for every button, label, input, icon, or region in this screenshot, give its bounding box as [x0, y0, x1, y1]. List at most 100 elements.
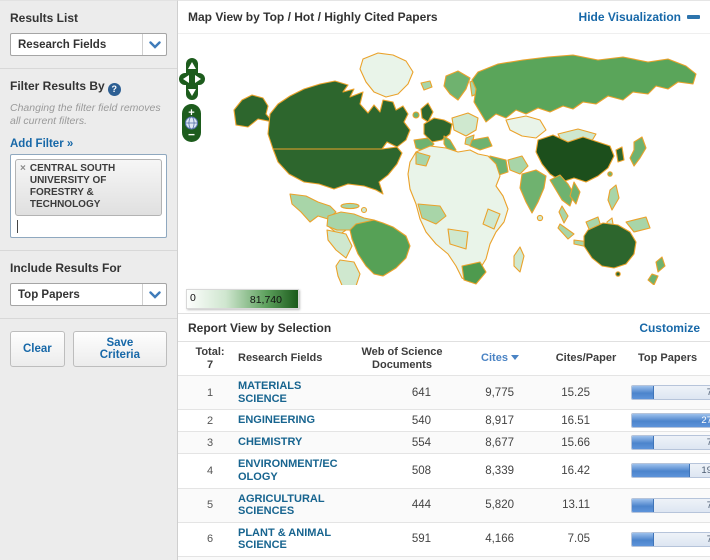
- column-header-docs: Web of Science Documents: [361, 345, 443, 371]
- row-field-link[interactable]: AGRICULTURAL SCIENCES: [238, 493, 342, 518]
- results-list-section: Results List Research Fields: [0, 1, 177, 69]
- filter-input-box[interactable]: × CENTRAL SOUTH UNIVERSITY OF FORESTRY &…: [10, 154, 167, 239]
- total-header: Total: 7: [190, 346, 230, 371]
- row-rank: 6: [206, 533, 214, 546]
- column-header-cites-per-paper: Cites/Paper: [555, 352, 617, 365]
- esi-results-page: Results List Research Fields Filter Resu…: [0, 0, 710, 560]
- hide-visualization-label: Hide Visualization: [578, 10, 681, 24]
- map-zoom-control[interactable]: + −: [182, 104, 201, 142]
- table-row: 1 MATERIALS SCIENCE 641 9,775 15.25 7: [178, 375, 710, 410]
- include-results-value: Top Papers: [18, 288, 80, 301]
- filter-tag-label: CENTRAL SOUTH UNIVERSITY OF FORESTRY & T…: [29, 163, 116, 211]
- table-row: 0 ALL FIELDS 4,361 59,740 13.70 103: [178, 556, 710, 560]
- table-row: 2 ENGINEERING 540 8,917 16.51 27: [178, 409, 710, 431]
- top-papers-bar: 7: [631, 531, 710, 547]
- top-papers-bar: 19: [631, 463, 710, 479]
- row-field-link[interactable]: CHEMISTRY: [238, 436, 342, 449]
- column-header-research-fields: Research Fields: [238, 352, 323, 365]
- filter-note: Changing the filter field removes all cu…: [10, 102, 161, 128]
- row-rank: 4: [206, 464, 214, 477]
- cites-sort-label: Cites: [481, 352, 508, 365]
- include-results-label: Include Results For: [10, 261, 122, 276]
- world-map-svg: + −: [179, 52, 697, 285]
- map-view-header: Map View by Top / Hot / Highly Cited Pap…: [178, 1, 710, 33]
- report-table-body: 1 MATERIALS SCIENCE 641 9,775 15.25 7 2 …: [178, 375, 710, 560]
- add-filter-link[interactable]: Add Filter »: [10, 138, 73, 150]
- filter-tag: × CENTRAL SOUTH UNIVERSITY OF FORESTRY &…: [15, 159, 162, 217]
- row-cites: 4,166: [485, 533, 514, 546]
- table-row: 5 AGRICULTURAL SCIENCES 444 5,820 13.11 …: [178, 487, 710, 522]
- row-cites: 8,339: [485, 464, 514, 477]
- world-map-visualization[interactable]: + −: [178, 33, 710, 285]
- row-rank: 1: [206, 386, 214, 399]
- include-results-select[interactable]: Top Papers: [10, 283, 167, 307]
- row-docs: 554: [411, 436, 431, 449]
- filter-sidebar: Results List Research Fields Filter Resu…: [0, 0, 178, 560]
- top-papers-bar: 7: [631, 385, 710, 401]
- text-cursor: [17, 220, 18, 234]
- total-value: 7: [206, 358, 214, 371]
- report-view-header: Report View by Selection Customize: [178, 314, 710, 341]
- filter-results-by-text: Filter Results By: [10, 79, 105, 93]
- top-papers-value: 19: [701, 465, 710, 477]
- row-field-link[interactable]: MATERIALS SCIENCE: [238, 380, 342, 405]
- row-cites-per-paper: 16.51: [561, 414, 590, 427]
- top-papers-value: 27: [701, 415, 710, 427]
- map-view-title: Map View by Top / Hot / Highly Cited Pap…: [188, 10, 438, 24]
- row-field-link[interactable]: ENVIRONMENT/ECOLOGY: [238, 458, 342, 483]
- save-criteria-button[interactable]: Save Criteria: [72, 331, 167, 368]
- top-papers-bar-fill: [632, 414, 710, 428]
- table-row: 4 ENVIRONMENT/ECOLOGY 508 8,339 16.42 19: [178, 453, 710, 487]
- world-map-countries: [233, 52, 697, 285]
- hide-visualization-link[interactable]: Hide Visualization: [579, 10, 700, 24]
- row-cites-per-paper: 16.42: [561, 464, 590, 477]
- sidebar-buttons: Clear Save Criteria: [0, 319, 177, 379]
- filter-results-by-label: Filter Results By?: [10, 79, 167, 96]
- remove-filter-icon[interactable]: ×: [20, 163, 26, 211]
- report-section: Report View by Selection Customize Total…: [178, 313, 710, 560]
- row-docs: 641: [411, 386, 431, 399]
- row-cites: 8,917: [485, 414, 514, 427]
- row-cites: 8,677: [485, 436, 514, 449]
- include-results-section: Include Results For Top Papers: [0, 251, 177, 320]
- row-docs: 508: [411, 464, 431, 477]
- map-legend: 0 81,740: [178, 287, 710, 313]
- top-papers-bar-fill: [632, 532, 655, 546]
- row-field-link[interactable]: PLANT & ANIMAL SCIENCE: [238, 527, 342, 552]
- table-row: 6 PLANT & ANIMAL SCIENCE 591 4,166 7.05 …: [178, 521, 710, 556]
- results-list-label: Results List: [10, 11, 79, 25]
- help-icon[interactable]: ?: [107, 83, 121, 96]
- row-cites-per-paper: 15.25: [561, 386, 590, 399]
- table-row: 3 CHEMISTRY 554 8,677 15.66 7: [178, 431, 710, 454]
- report-table-header-row: Total: 7 Research Fields Web of Science …: [178, 341, 710, 375]
- results-list-select[interactable]: Research Fields: [10, 33, 167, 56]
- legend-max-value: 81,740: [249, 294, 282, 306]
- legend-gradient-bar: 0 81,740: [186, 289, 299, 309]
- zoom-out-icon: −: [188, 128, 195, 142]
- top-papers-bar-fill: [632, 436, 655, 450]
- filter-results-section: Filter Results By? Changing the filter f…: [0, 69, 177, 252]
- row-docs: 540: [411, 414, 431, 427]
- row-rank: 5: [206, 499, 214, 512]
- row-field-link[interactable]: ENGINEERING: [238, 414, 342, 427]
- row-cites: 9,775: [485, 386, 514, 399]
- row-rank: 3: [206, 436, 214, 449]
- legend-min-value: 0: [190, 292, 196, 304]
- column-header-top-papers: Top Papers: [638, 352, 698, 365]
- top-papers-bar: 27: [631, 413, 710, 429]
- top-papers-bar-fill: [632, 386, 655, 400]
- column-header-cites-sort[interactable]: Cites: [458, 352, 542, 365]
- top-papers-bar-fill: [632, 464, 691, 478]
- row-cites: 5,820: [485, 499, 514, 512]
- row-cites-per-paper: 13.11: [562, 499, 590, 512]
- top-papers-bar-fill: [632, 498, 655, 512]
- report-table: Total: 7 Research Fields Web of Science …: [178, 341, 710, 560]
- report-view-title: Report View by Selection: [188, 320, 332, 335]
- map-pan-control[interactable]: [179, 58, 205, 100]
- sort-desc-icon: [510, 355, 519, 361]
- clear-button[interactable]: Clear: [10, 331, 65, 368]
- customize-link[interactable]: Customize: [639, 321, 700, 335]
- row-docs: 591: [411, 533, 431, 546]
- main-panel: Map View by Top / Hot / Highly Cited Pap…: [178, 0, 710, 560]
- row-docs: 444: [411, 499, 431, 512]
